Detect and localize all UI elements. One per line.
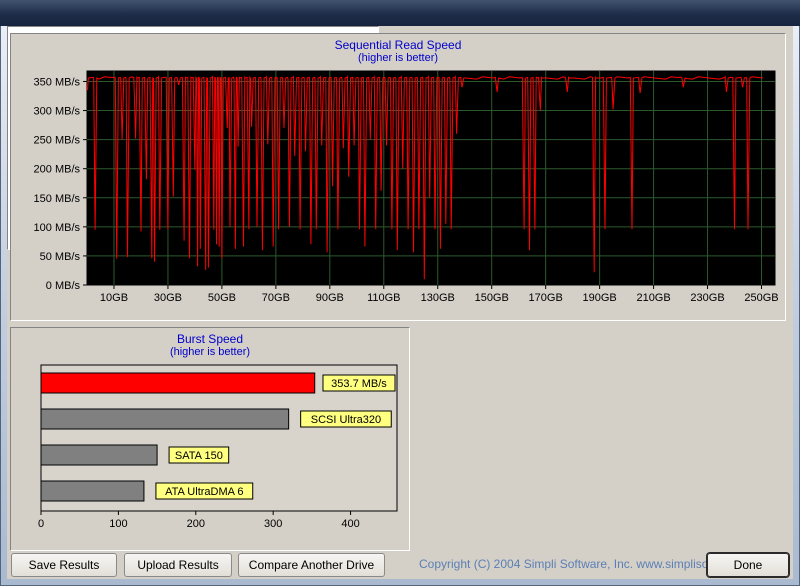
burst-bar <box>40 444 158 466</box>
burst-chart-title: Burst Speed <box>176 332 244 346</box>
upload-results-button[interactable]: Upload Results <box>124 553 232 577</box>
bar-label: 353.7 MB/s <box>331 378 387 390</box>
bar-label: ATA UltraDMA 6 <box>165 486 243 498</box>
x-tick-label: 50GB <box>208 292 236 304</box>
sequential-read-panel: Sequential Read Speed (higher is better)… <box>10 33 786 321</box>
y-tick-label: 0 MB/s <box>46 280 81 292</box>
x-tick-label: 210GB <box>636 292 670 304</box>
y-tick-label: 100 MB/s <box>34 222 81 234</box>
x-tick-label: 0 <box>38 518 44 530</box>
x-tick-label: 300 <box>264 518 282 530</box>
burst-bar <box>40 480 145 502</box>
x-tick-label: 150GB <box>475 292 509 304</box>
y-tick-label: 300 MB/s <box>34 106 81 118</box>
x-tick-label: 10GB <box>100 292 128 304</box>
x-tick-label: 110GB <box>367 292 400 304</box>
y-tick-label: 250 MB/s <box>34 135 81 147</box>
sequential-chart-title: Sequential Read Speed <box>334 38 462 52</box>
x-tick-label: 170GB <box>529 292 563 304</box>
y-tick-label: 350 MB/s <box>34 76 81 88</box>
y-tick-label: 150 MB/s <box>34 193 81 205</box>
bar-label: SATA 150 <box>175 450 223 462</box>
done-button[interactable]: Done <box>707 553 789 577</box>
x-tick-label: 70GB <box>262 292 290 304</box>
x-tick-label: 100 <box>109 518 127 530</box>
x-tick-label: 90GB <box>316 292 344 304</box>
client-area: Sequential Read Speed (higher is better)… <box>7 26 793 579</box>
sequential-chart-subtitle: (higher is better) <box>357 52 439 64</box>
burst-bar <box>40 408 290 430</box>
burst-bar <box>40 372 316 394</box>
burst-speed-chart: 0 100 200 300 400 353.7 MB/s SCSI Ultra320 SATA… <box>38 364 398 530</box>
compare-another-drive-button[interactable]: Compare Another Drive <box>238 553 385 577</box>
x-tick-label: 200 <box>187 518 205 530</box>
bar-label: SCSI Ultra320 <box>311 414 381 426</box>
save-results-button[interactable]: Save Results <box>11 553 117 577</box>
x-tick-label: 30GB <box>154 292 182 304</box>
title-bar[interactable]: HD Tach version 3.0.4.0 - For non-commer… <box>0 0 800 46</box>
sequential-read-chart: 10GB 30GB 50GB 70GB 90GB 110GB 130GB 150GB 170GB… <box>34 70 779 304</box>
x-tick-label: 190GB <box>583 292 617 304</box>
x-tick-label: 230GB <box>690 292 724 304</box>
y-tick-label: 200 MB/s <box>34 164 81 176</box>
y-tick-label: 50 MB/s <box>40 251 81 263</box>
x-tick-label: 400 <box>341 518 359 530</box>
x-tick-label: 250GB <box>744 292 778 304</box>
burst-speed-panel: Burst Speed (higher is better) 0 100 200 30… <box>10 327 410 551</box>
burst-chart-subtitle: (higher is better) <box>169 346 251 358</box>
hdtach-window: HD Tach version 3.0.4.0 - For non-commer… <box>0 0 800 586</box>
x-tick-label: 130GB <box>421 292 455 304</box>
